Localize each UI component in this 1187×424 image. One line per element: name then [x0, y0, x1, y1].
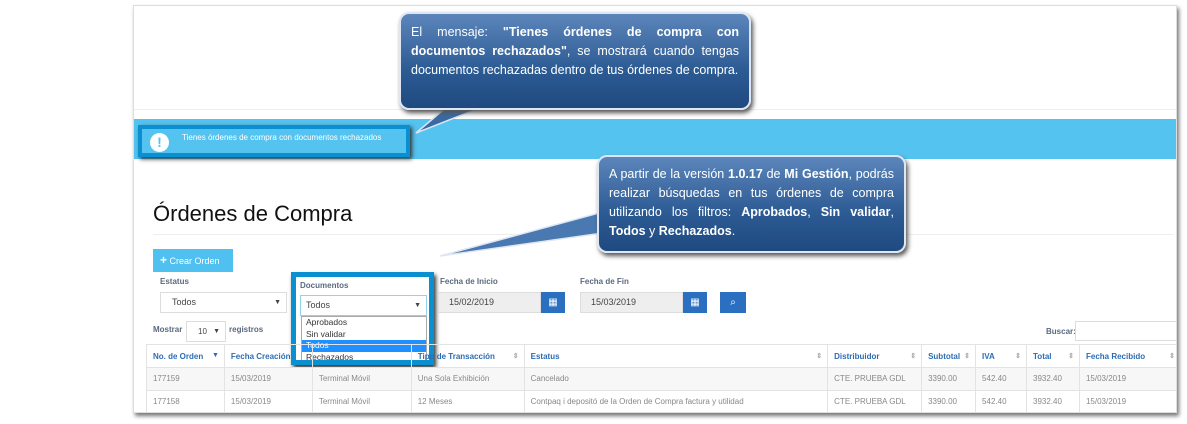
callout-tail [439, 209, 611, 257]
callout-banner-note: El mensaje: "Tienes órdenes de compra co… [399, 12, 751, 110]
callout-filters-note: A partir de la versión 1.0.17 de Mi Gest… [597, 155, 906, 253]
